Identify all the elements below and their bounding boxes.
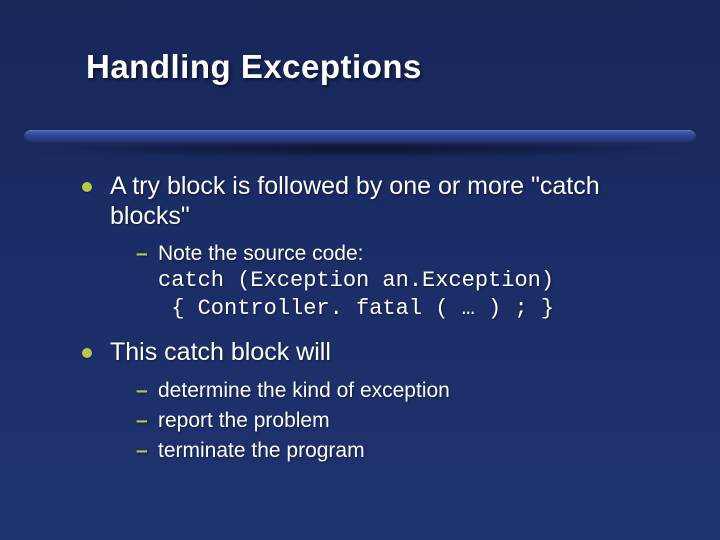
bullet-list-level2: determine the kind of exception report t… [110, 378, 668, 465]
sub-bullet-text: terminate the program [158, 439, 365, 462]
title-underline-bar [24, 130, 696, 144]
slide-body: A try block is followed by one or more "… [82, 172, 668, 481]
bullet-item: A try block is followed by one or more "… [82, 172, 668, 322]
bullet-text: This catch block will [110, 338, 331, 366]
sub-bullet-item: Note the source code: catch (Exception a… [136, 241, 668, 322]
title-underline [0, 130, 720, 160]
sub-bullet-text: Note the source code: [158, 242, 363, 265]
title-area: Handling Exceptions [0, 0, 720, 86]
bullet-item: This catch block will determine the kind… [82, 338, 668, 464]
sub-bullet-text: determine the kind of exception [158, 379, 450, 402]
bullet-list-level2: Note the source code: catch (Exception a… [110, 241, 668, 322]
slide: Handling Exceptions A try block is follo… [0, 0, 720, 540]
sub-bullet-text: report the problem [158, 409, 330, 432]
sub-bullet-item: terminate the program [136, 438, 668, 464]
sub-bullet-item: report the problem [136, 408, 668, 434]
code-block: catch (Exception an.Exception) { Control… [158, 267, 668, 322]
bullet-text: A try block is followed by one or more "… [110, 172, 600, 230]
sub-bullet-item: determine the kind of exception [136, 378, 668, 404]
bullet-list-level1: A try block is followed by one or more "… [82, 172, 668, 465]
slide-title: Handling Exceptions [86, 48, 720, 86]
